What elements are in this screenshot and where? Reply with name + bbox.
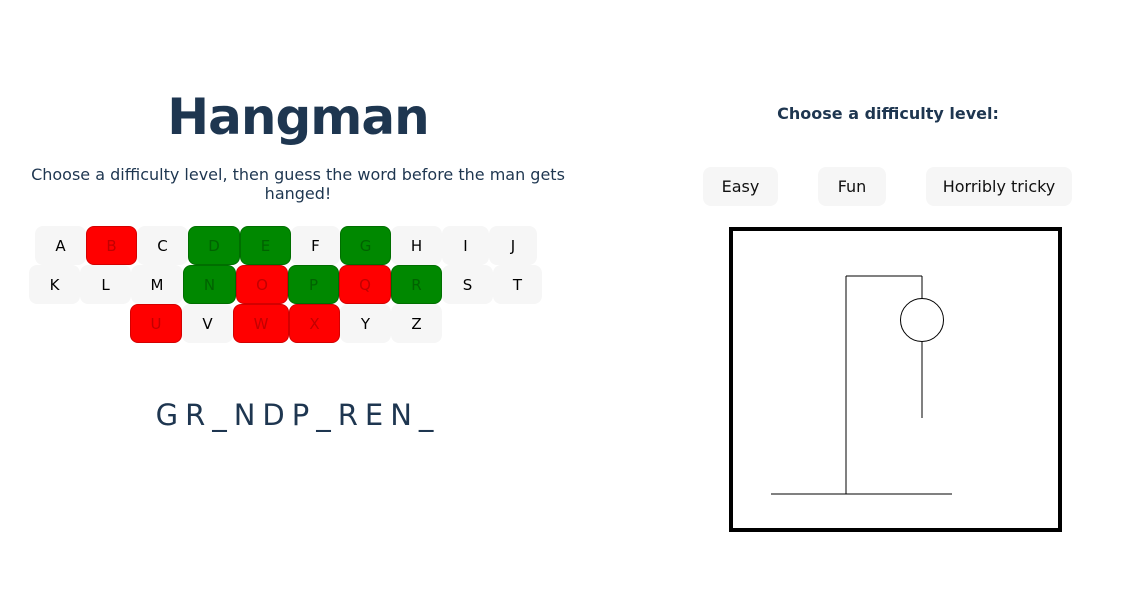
letter-key-g[interactable]: G: [340, 226, 391, 265]
letter-key-r[interactable]: R: [391, 265, 442, 304]
gallows-canvas: [729, 227, 1062, 532]
letter-key-x[interactable]: X: [289, 304, 340, 343]
letter-key-c[interactable]: C: [137, 226, 188, 265]
word-display: GR_NDP_REN_: [155, 398, 441, 432]
letter-key-u[interactable]: U: [130, 304, 182, 343]
letter-key-w[interactable]: W: [233, 304, 289, 343]
letter-key-l[interactable]: L: [80, 265, 131, 304]
page-title: Hangman: [167, 88, 429, 146]
letter-key-z[interactable]: Z: [391, 304, 442, 343]
letter-key-t[interactable]: T: [493, 265, 542, 304]
letter-key-y[interactable]: Y: [340, 304, 391, 343]
letter-key-p[interactable]: P: [288, 265, 339, 304]
letter-key-h[interactable]: H: [391, 226, 442, 265]
difficulty-fun-button[interactable]: Fun: [818, 167, 886, 206]
instructions-text: Choose a difficulty level, then guess th…: [31, 165, 565, 203]
difficulty-horribly-tricky-button[interactable]: Horribly tricky: [926, 167, 1072, 206]
letter-key-q[interactable]: Q: [339, 265, 391, 304]
letter-key-s[interactable]: S: [442, 265, 493, 304]
letter-key-v[interactable]: V: [182, 304, 233, 343]
letter-key-n[interactable]: N: [183, 265, 236, 304]
letter-key-j[interactable]: J: [489, 226, 537, 265]
letter-key-d[interactable]: D: [188, 226, 240, 265]
letter-key-k[interactable]: K: [29, 265, 80, 304]
difficulty-easy-button[interactable]: Easy: [703, 167, 778, 206]
letter-key-i[interactable]: I: [442, 226, 489, 265]
letter-key-m[interactable]: M: [131, 265, 183, 304]
gallows-drawing: [771, 275, 952, 495]
letter-key-o[interactable]: O: [236, 265, 288, 304]
letter-key-e[interactable]: E: [240, 226, 291, 265]
letter-key-b[interactable]: B: [86, 226, 137, 265]
letter-key-f[interactable]: F: [291, 226, 340, 265]
hangman-head: [900, 298, 944, 342]
difficulty-heading: Choose a difficulty level:: [777, 104, 999, 123]
letter-key-a[interactable]: A: [35, 226, 86, 265]
